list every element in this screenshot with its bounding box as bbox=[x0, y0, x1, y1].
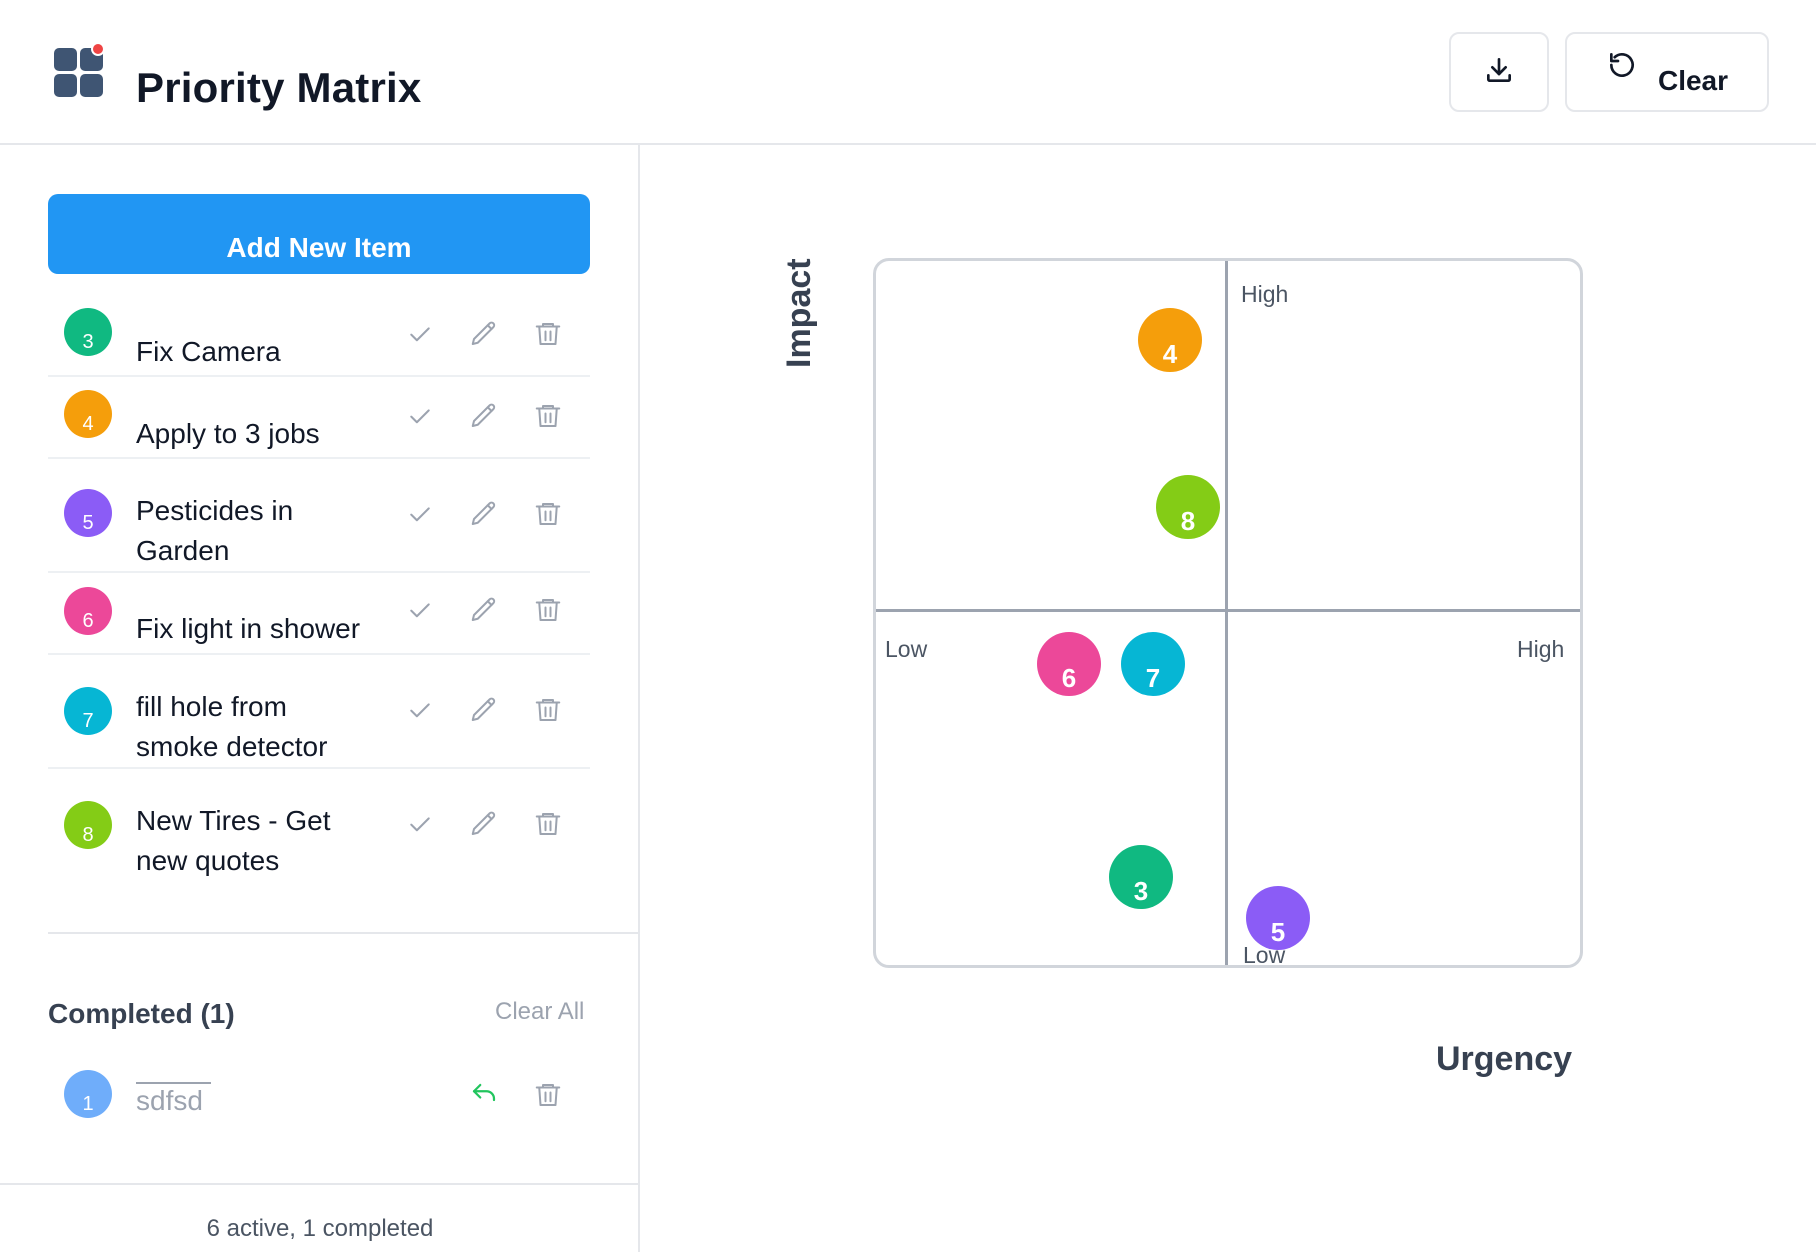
strikethrough bbox=[136, 1082, 211, 1084]
footer-divider bbox=[0, 1183, 640, 1185]
impact-axis-label: Impact bbox=[780, 258, 818, 368]
item-number-badge: 6 bbox=[64, 587, 112, 635]
edit-icon[interactable] bbox=[467, 807, 501, 841]
active-item-list: 3 Fix Camera 4 Apply to 3 jobs 5 Pestici… bbox=[48, 295, 590, 883]
item-label: New Tires - Get new quotes bbox=[136, 805, 331, 876]
download-icon bbox=[1483, 54, 1515, 91]
trash-icon[interactable] bbox=[531, 693, 565, 727]
item-number-badge: 7 bbox=[64, 687, 112, 735]
item-label: Apply to 3 jobs bbox=[136, 418, 320, 449]
item-number-badge: 4 bbox=[64, 390, 112, 438]
status-footer: 6 active, 1 completed bbox=[206, 1215, 434, 1242]
trash-icon[interactable] bbox=[531, 807, 565, 841]
completed-section-title: Completed (1) bbox=[48, 998, 235, 1029]
trash-icon[interactable] bbox=[531, 593, 565, 627]
trash-icon[interactable] bbox=[531, 317, 565, 351]
matrix-point-5[interactable]: 5 bbox=[1246, 886, 1310, 950]
urgency-high-label: High bbox=[1517, 636, 1565, 662]
urgency-axis-label: Urgency bbox=[1436, 1040, 1573, 1078]
logo-icon bbox=[54, 42, 108, 98]
clear-all-link[interactable]: Clear All bbox=[495, 998, 584, 1026]
undo-icon[interactable] bbox=[467, 1078, 501, 1112]
list-item[interactable]: 8 New Tires - Get new quotes bbox=[48, 769, 590, 883]
item-number-badge: 5 bbox=[64, 489, 112, 537]
completed-item-label: sdfsd bbox=[136, 1085, 203, 1116]
check-icon[interactable] bbox=[403, 693, 437, 727]
clear-button-label: Clear bbox=[1657, 65, 1729, 96]
check-icon[interactable] bbox=[403, 593, 437, 627]
clear-button[interactable]: Clear bbox=[1565, 32, 1769, 112]
item-number-badge: 3 bbox=[64, 308, 112, 356]
list-item[interactable]: 6 Fix light in shower bbox=[48, 573, 590, 655]
app-header: Priority Matrix Clear bbox=[0, 0, 1816, 145]
edit-icon[interactable] bbox=[467, 399, 501, 433]
list-item[interactable]: 3 Fix Camera bbox=[48, 295, 590, 377]
edit-icon[interactable] bbox=[467, 593, 501, 627]
download-button[interactable] bbox=[1449, 32, 1549, 112]
matrix-point-3[interactable]: 3 bbox=[1109, 845, 1173, 909]
item-number-badge: 8 bbox=[64, 801, 112, 849]
check-icon[interactable] bbox=[403, 399, 437, 433]
item-label: Pesticides in Garden bbox=[136, 495, 294, 566]
matrix-point-4[interactable]: 4 bbox=[1138, 308, 1202, 372]
item-number-badge: 1 bbox=[64, 1070, 112, 1118]
sidebar: Add New Item 3 Fix Camera 4 Apply to 3 j… bbox=[0, 145, 640, 1252]
check-icon[interactable] bbox=[403, 497, 437, 531]
edit-icon[interactable] bbox=[467, 317, 501, 351]
add-new-item-button[interactable]: Add New Item bbox=[48, 194, 590, 274]
item-label: Fix light in shower bbox=[136, 613, 361, 644]
matrix-point-6[interactable]: 6 bbox=[1037, 632, 1101, 696]
priority-matrix bbox=[873, 258, 1583, 968]
section-divider bbox=[48, 932, 640, 934]
list-item[interactable]: 4 Apply to 3 jobs bbox=[48, 377, 590, 459]
list-item[interactable]: 7 fill hole from smoke detector bbox=[48, 655, 590, 769]
impact-high-label: High bbox=[1241, 281, 1289, 307]
matrix-point-7[interactable]: 7 bbox=[1121, 632, 1185, 696]
list-item[interactable]: 5 Pesticides in Garden bbox=[48, 459, 590, 573]
horizontal-axis-line bbox=[876, 609, 1580, 612]
trash-icon[interactable] bbox=[531, 1078, 565, 1112]
edit-icon[interactable] bbox=[467, 497, 501, 531]
item-label: Fix Camera bbox=[136, 336, 281, 367]
vertical-axis-line bbox=[1225, 261, 1228, 965]
urgency-low-label: Low bbox=[885, 636, 928, 662]
trash-icon[interactable] bbox=[531, 399, 565, 433]
trash-icon[interactable] bbox=[531, 497, 565, 531]
matrix-point-8[interactable]: 8 bbox=[1156, 475, 1220, 539]
edit-icon[interactable] bbox=[467, 693, 501, 727]
check-icon[interactable] bbox=[403, 317, 437, 351]
refresh-icon bbox=[1606, 49, 1638, 86]
check-icon[interactable] bbox=[403, 807, 437, 841]
app-title: Priority Matrix bbox=[136, 64, 422, 111]
item-label: fill hole from smoke detector bbox=[136, 691, 328, 762]
